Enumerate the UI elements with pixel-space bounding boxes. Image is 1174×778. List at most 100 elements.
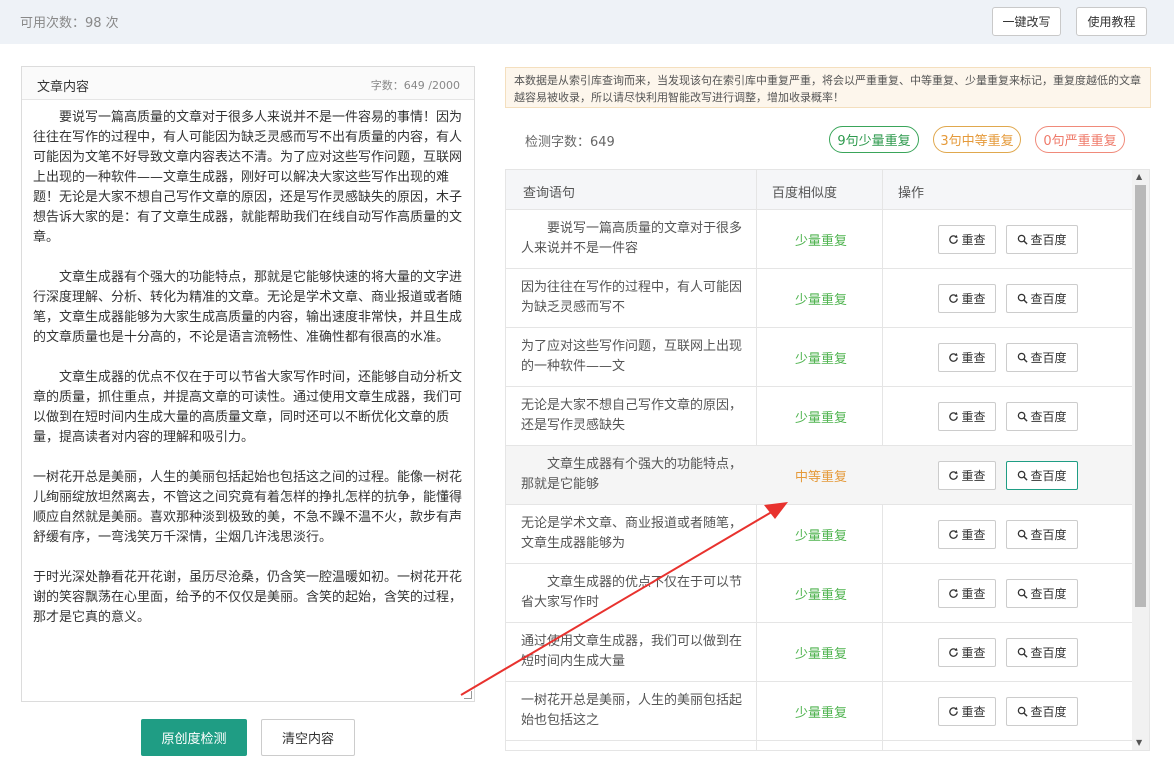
search-baidu-label: 查百度 — [1030, 410, 1067, 424]
refresh-icon — [949, 706, 959, 716]
table-row: 文章生成器的优点不仅在于可以节省大家写作时 少量重复 重查 查百度 — [506, 564, 1133, 623]
resize-handle-icon[interactable] — [464, 691, 472, 699]
search-baidu-button[interactable]: 查百度 — [1006, 402, 1078, 431]
table-row: 因为往往在写作的过程中，有人可能因为缺乏灵感而写不 少量重复 重查 查百度 — [506, 269, 1133, 328]
table-scrollbar[interactable]: ▲ ▼ — [1132, 170, 1149, 750]
search-baidu-button[interactable]: 查百度 — [1006, 225, 1078, 254]
recheck-button[interactable]: 重查 — [938, 402, 996, 431]
similarity-level: 少量重复 — [794, 588, 847, 603]
similarity-level: 少量重复 — [794, 352, 847, 367]
article-textarea[interactable]: 要说写一篇高质量的文章对于很多人来说并不是一件容易的事情！因为往往在写作的过程中… — [22, 100, 474, 698]
detected-count: 检测字数：649 — [525, 135, 615, 150]
search-baidu-label: 查百度 — [1030, 646, 1067, 660]
low-repeat-badge[interactable]: 9句少量重复 — [829, 126, 919, 153]
recheck-label: 重查 — [961, 587, 986, 601]
query-sentence: 通过使用文章生成器，我们可以做到在短时间内生成大量 — [521, 634, 743, 669]
table-row: 一树花开总是美丽，人生的美丽包括起始也包括这之 少量重复 重查 查百度 — [506, 682, 1133, 741]
refresh-icon — [949, 234, 959, 244]
recheck-button[interactable]: 重查 — [938, 697, 996, 726]
recheck-button[interactable]: 重查 — [938, 343, 996, 372]
paragraph: 于时光深处静看花开花谢，虽历尽沧桑，仍含笑一腔温暖如初。一树花开花谢的笑容飘荡在… — [33, 570, 463, 625]
search-icon — [1018, 411, 1029, 422]
recheck-label: 重查 — [961, 469, 986, 483]
refresh-icon — [949, 588, 959, 598]
search-baidu-button[interactable]: 查百度 — [1006, 638, 1078, 667]
refresh-icon — [949, 529, 959, 539]
recheck-label: 重查 — [961, 292, 986, 306]
word-count: 字数：649 /2000 — [370, 79, 460, 92]
similarity-level: 少量重复 — [794, 293, 847, 308]
search-icon — [1018, 470, 1029, 481]
search-icon — [1018, 293, 1029, 304]
table-row: 为了应对这些写作问题，互联网上出现的一种软件——文 少量重复 重查 查百度 — [506, 328, 1133, 387]
similarity-level: 少量重复 — [794, 529, 847, 544]
refresh-icon — [949, 470, 959, 480]
table-row: 文章生成器有个强大的功能特点，那就是它能够 中等重复 重查 查百度 — [506, 446, 1133, 505]
table-row: 无论是学术文章、商业报道或者随笔，文章生成器能够为 少量重复 重查 查百度 — [506, 505, 1133, 564]
search-baidu-button[interactable]: 查百度 — [1006, 520, 1078, 549]
paragraph: 文章生成器有个强大的功能特点，那就是它能够快速的将大量的文字进行深度理解、分析、… — [33, 270, 463, 345]
refresh-icon — [949, 293, 959, 303]
clear-content-button[interactable]: 清空内容 — [261, 719, 355, 756]
recheck-button[interactable]: 重查 — [938, 284, 996, 313]
search-baidu-button[interactable]: 查百度 — [1006, 697, 1078, 726]
search-baidu-label: 查百度 — [1030, 528, 1067, 542]
search-baidu-button[interactable]: 查百度 — [1006, 461, 1078, 490]
search-icon — [1018, 588, 1029, 599]
editor-title: 文章内容 — [37, 80, 90, 95]
column-header-query: 查询语句 — [523, 186, 576, 201]
similarity-level: 少量重复 — [794, 647, 847, 662]
editor-header: 文章内容 字数：649 /2000 — [22, 67, 474, 100]
recheck-label: 重查 — [961, 233, 986, 247]
refresh-icon — [949, 647, 959, 657]
similarity-level: 中等重复 — [794, 470, 847, 485]
originality-check-button[interactable]: 原创度检测 — [141, 719, 247, 756]
table-row: 通过使用文章生成器，我们可以做到在短时间内生成大量 少量重复 重查 查百度 — [506, 623, 1133, 682]
recheck-label: 重查 — [961, 646, 986, 660]
recheck-label: 重查 — [961, 351, 986, 365]
search-baidu-label: 查百度 — [1030, 351, 1067, 365]
query-sentence: 要说写一篇高质量的文章对于很多人来说并不是一件容 — [521, 221, 743, 256]
mid-repeat-badge[interactable]: 3句中等重复 — [933, 126, 1021, 153]
one-click-rewrite-button[interactable]: 一键改写 — [992, 7, 1061, 36]
main-panel: 文章内容 字数：649 /2000 要说写一篇高质量的文章对于很多人来说并不是一… — [0, 44, 1174, 778]
usage-count: 可用次数：98 次 — [20, 16, 119, 31]
refresh-icon — [949, 352, 959, 362]
recheck-button[interactable]: 重查 — [938, 225, 996, 254]
recheck-label: 重查 — [961, 410, 986, 424]
tutorial-button[interactable]: 使用教程 — [1076, 7, 1147, 36]
paragraph: 一树花开总是美丽，人生的美丽包括起始也包括这之间的过程。能像一树花儿绚丽绽放坦然… — [33, 470, 463, 545]
results-table: 查询语句 百度相似度 操作 要说写一篇高质量的文章对于很多人来说并不是一件容少量… — [505, 169, 1150, 751]
recheck-button[interactable]: 重查 — [938, 638, 996, 667]
table-body: 要说写一篇高质量的文章对于很多人来说并不是一件容 少量重复 重查 查百度 因为往往在写作… — [506, 210, 1133, 741]
table-header: 查询语句 百度相似度 操作 — [506, 170, 1133, 210]
scrollbar-thumb[interactable] — [1135, 185, 1146, 607]
notice-banner: 本数据是从索引库查询而来，当发现该句在索引库中重复严重，将会以严重重复、中等重复… — [505, 67, 1151, 108]
column-header-actions: 操作 — [898, 186, 925, 201]
similarity-level: 少量重复 — [794, 234, 847, 249]
search-baidu-label: 查百度 — [1030, 292, 1067, 306]
search-baidu-button[interactable]: 查百度 — [1006, 343, 1078, 372]
query-sentence: 文章生成器有个强大的功能特点，那就是它能够 — [521, 457, 743, 492]
scroll-up-icon[interactable]: ▲ — [1136, 172, 1142, 181]
query-sentence: 因为往往在写作的过程中，有人可能因为缺乏灵感而写不 — [521, 280, 743, 315]
article-editor[interactable]: 文章内容 字数：649 /2000 要说写一篇高质量的文章对于很多人来说并不是一… — [21, 66, 475, 702]
query-sentence: 无论是大家不想自己写作文章的原因，还是写作灵感缺失 — [521, 398, 743, 433]
table-row: 无论是大家不想自己写作文章的原因，还是写作灵感缺失 少量重复 重查 查百度 — [506, 387, 1133, 446]
recheck-button[interactable]: 重查 — [938, 520, 996, 549]
recheck-label: 重查 — [961, 705, 986, 719]
top-bar: 可用次数：98 次 一键改写 使用教程 — [0, 0, 1174, 44]
search-icon — [1018, 706, 1029, 717]
search-baidu-label: 查百度 — [1030, 233, 1067, 247]
scroll-down-icon[interactable]: ▼ — [1136, 738, 1142, 747]
recheck-button[interactable]: 重查 — [938, 579, 996, 608]
search-baidu-button[interactable]: 查百度 — [1006, 284, 1078, 313]
query-sentence: 文章生成器的优点不仅在于可以节省大家写作时 — [521, 575, 743, 610]
high-repeat-badge[interactable]: 0句严重重复 — [1035, 126, 1125, 153]
paragraph: 文章生成器的优点不仅在于可以节省大家写作时间，还能够自动分析文章的质量，抓住重点… — [33, 370, 463, 445]
column-header-similarity: 百度相似度 — [772, 186, 838, 201]
recheck-button[interactable]: 重查 — [938, 461, 996, 490]
similarity-level: 少量重复 — [794, 411, 847, 426]
search-icon — [1018, 529, 1029, 540]
search-baidu-button[interactable]: 查百度 — [1006, 579, 1078, 608]
